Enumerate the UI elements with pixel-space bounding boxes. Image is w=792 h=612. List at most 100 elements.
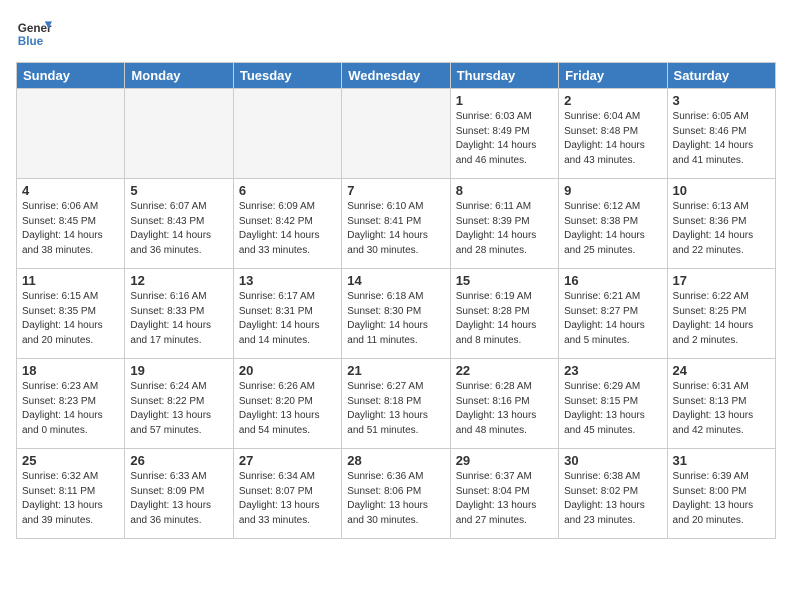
day-number: 17 [673,273,770,288]
calendar-day-cell [342,89,450,179]
calendar-day-cell: 5 Sunrise: 6:07 AM Sunset: 8:43 PM Daylig… [125,179,233,269]
day-info: Sunrise: 6:16 AM Sunset: 8:33 PM Dayligh… [130,290,227,348]
day-info: Sunrise: 6:17 AM Sunset: 8:31 PM Dayligh… [239,290,336,348]
calendar-day-cell: 1 Sunrise: 6:03 AM Sunset: 8:49 PM Daylig… [450,89,558,179]
calendar-table: SundayMondayTuesdayWednesdayThursdayFrid… [16,62,776,539]
day-info: Sunrise: 6:05 AM Sunset: 8:46 PM Dayligh… [673,110,770,168]
day-of-week-header: Sunday [17,63,125,89]
day-info: Sunrise: 6:15 AM Sunset: 8:35 PM Dayligh… [22,290,119,348]
calendar-day-cell: 19 Sunrise: 6:24 AM Sunset: 8:22 PM Dayli… [125,359,233,449]
calendar-day-cell: 25 Sunrise: 6:32 AM Sunset: 8:11 PM Dayli… [17,449,125,539]
calendar-day-cell: 7 Sunrise: 6:10 AM Sunset: 8:41 PM Daylig… [342,179,450,269]
day-number: 19 [130,363,227,378]
day-info: Sunrise: 6:38 AM Sunset: 8:02 PM Dayligh… [564,470,661,528]
day-number: 2 [564,93,661,108]
day-number: 1 [456,93,553,108]
page-header: General Blue [16,16,776,52]
day-info: Sunrise: 6:28 AM Sunset: 8:16 PM Dayligh… [456,380,553,438]
calendar-day-cell: 18 Sunrise: 6:23 AM Sunset: 8:23 PM Dayli… [17,359,125,449]
day-info: Sunrise: 6:24 AM Sunset: 8:22 PM Dayligh… [130,380,227,438]
day-number: 27 [239,453,336,468]
calendar-week-row: 4 Sunrise: 6:06 AM Sunset: 8:45 PM Daylig… [17,179,776,269]
day-number: 3 [673,93,770,108]
day-number: 5 [130,183,227,198]
day-info: Sunrise: 6:27 AM Sunset: 8:18 PM Dayligh… [347,380,444,438]
calendar-day-cell: 15 Sunrise: 6:19 AM Sunset: 8:28 PM Dayli… [450,269,558,359]
day-info: Sunrise: 6:06 AM Sunset: 8:45 PM Dayligh… [22,200,119,258]
day-of-week-header: Monday [125,63,233,89]
day-number: 15 [456,273,553,288]
day-number: 10 [673,183,770,198]
day-number: 25 [22,453,119,468]
svg-text:Blue: Blue [18,35,44,48]
logo-icon: General Blue [16,16,52,52]
day-number: 22 [456,363,553,378]
calendar-week-row: 18 Sunrise: 6:23 AM Sunset: 8:23 PM Dayli… [17,359,776,449]
day-info: Sunrise: 6:23 AM Sunset: 8:23 PM Dayligh… [22,380,119,438]
day-number: 21 [347,363,444,378]
day-info: Sunrise: 6:37 AM Sunset: 8:04 PM Dayligh… [456,470,553,528]
day-number: 7 [347,183,444,198]
calendar-day-cell: 8Sunrise: 6:11 AM Sunset: 8:39 PM Daylig… [450,179,558,269]
day-info: Sunrise: 6:32 AM Sunset: 8:11 PM Dayligh… [22,470,119,528]
day-info: Sunrise: 6:39 AM Sunset: 8:00 PM Dayligh… [673,470,770,528]
calendar-day-cell: 9 Sunrise: 6:12 AM Sunset: 8:38 PM Daylig… [559,179,667,269]
day-number: 6 [239,183,336,198]
day-number: 30 [564,453,661,468]
day-number: 18 [22,363,119,378]
day-number: 31 [673,453,770,468]
calendar-day-cell [17,89,125,179]
day-number: 23 [564,363,661,378]
day-info: Sunrise: 6:11 AM Sunset: 8:39 PM Dayligh… [456,200,553,258]
calendar-day-cell: 28Sunrise: 6:36 AM Sunset: 8:06 PM Dayli… [342,449,450,539]
day-number: 4 [22,183,119,198]
calendar-day-cell: 17Sunrise: 6:22 AM Sunset: 8:25 PM Dayli… [667,269,775,359]
day-info: Sunrise: 6:21 AM Sunset: 8:27 PM Dayligh… [564,290,661,348]
day-info: Sunrise: 6:36 AM Sunset: 8:06 PM Dayligh… [347,470,444,528]
calendar-week-row: 1 Sunrise: 6:03 AM Sunset: 8:49 PM Daylig… [17,89,776,179]
calendar-day-cell: 21 Sunrise: 6:27 AM Sunset: 8:18 PM Dayli… [342,359,450,449]
day-number: 16 [564,273,661,288]
day-of-week-header: Thursday [450,63,558,89]
day-info: Sunrise: 6:19 AM Sunset: 8:28 PM Dayligh… [456,290,553,348]
calendar-header-row: SundayMondayTuesdayWednesdayThursdayFrid… [17,63,776,89]
day-number: 24 [673,363,770,378]
day-info: Sunrise: 6:18 AM Sunset: 8:30 PM Dayligh… [347,290,444,348]
calendar-day-cell [125,89,233,179]
day-info: Sunrise: 6:26 AM Sunset: 8:20 PM Dayligh… [239,380,336,438]
day-info: Sunrise: 6:13 AM Sunset: 8:36 PM Dayligh… [673,200,770,258]
calendar-day-cell: 24 Sunrise: 6:31 AM Sunset: 8:13 PM Dayli… [667,359,775,449]
day-info: Sunrise: 6:07 AM Sunset: 8:43 PM Dayligh… [130,200,227,258]
calendar-day-cell: 4 Sunrise: 6:06 AM Sunset: 8:45 PM Daylig… [17,179,125,269]
day-number: 9 [564,183,661,198]
calendar-day-cell: 30 Sunrise: 6:38 AM Sunset: 8:02 PM Dayli… [559,449,667,539]
day-number: 29 [456,453,553,468]
calendar-day-cell: 27 Sunrise: 6:34 AM Sunset: 8:07 PM Dayli… [233,449,341,539]
day-of-week-header: Wednesday [342,63,450,89]
day-of-week-header: Tuesday [233,63,341,89]
calendar-day-cell: 22 Sunrise: 6:28 AM Sunset: 8:16 PM Dayli… [450,359,558,449]
calendar-day-cell: 14Sunrise: 6:18 AM Sunset: 8:30 PM Dayli… [342,269,450,359]
calendar-week-row: 25 Sunrise: 6:32 AM Sunset: 8:11 PM Dayli… [17,449,776,539]
calendar-day-cell: 20 Sunrise: 6:26 AM Sunset: 8:20 PM Dayli… [233,359,341,449]
logo: General Blue [16,16,52,52]
calendar-day-cell: 29 Sunrise: 6:37 AM Sunset: 8:04 PM Dayli… [450,449,558,539]
calendar-day-cell: 3 Sunrise: 6:05 AM Sunset: 8:46 PM Daylig… [667,89,775,179]
day-number: 12 [130,273,227,288]
day-number: 20 [239,363,336,378]
calendar-day-cell: 26Sunrise: 6:33 AM Sunset: 8:09 PM Dayli… [125,449,233,539]
day-info: Sunrise: 6:03 AM Sunset: 8:49 PM Dayligh… [456,110,553,168]
day-number: 11 [22,273,119,288]
calendar-body: 1 Sunrise: 6:03 AM Sunset: 8:49 PM Daylig… [17,89,776,539]
day-info: Sunrise: 6:34 AM Sunset: 8:07 PM Dayligh… [239,470,336,528]
calendar-day-cell: 12 Sunrise: 6:16 AM Sunset: 8:33 PM Dayli… [125,269,233,359]
day-info: Sunrise: 6:31 AM Sunset: 8:13 PM Dayligh… [673,380,770,438]
day-info: Sunrise: 6:10 AM Sunset: 8:41 PM Dayligh… [347,200,444,258]
calendar-week-row: 11 Sunrise: 6:15 AM Sunset: 8:35 PM Dayli… [17,269,776,359]
day-info: Sunrise: 6:12 AM Sunset: 8:38 PM Dayligh… [564,200,661,258]
day-of-week-header: Friday [559,63,667,89]
calendar-day-cell: 11 Sunrise: 6:15 AM Sunset: 8:35 PM Dayli… [17,269,125,359]
day-number: 26 [130,453,227,468]
calendar-day-cell: 2Sunrise: 6:04 AM Sunset: 8:48 PM Daylig… [559,89,667,179]
calendar-day-cell [233,89,341,179]
